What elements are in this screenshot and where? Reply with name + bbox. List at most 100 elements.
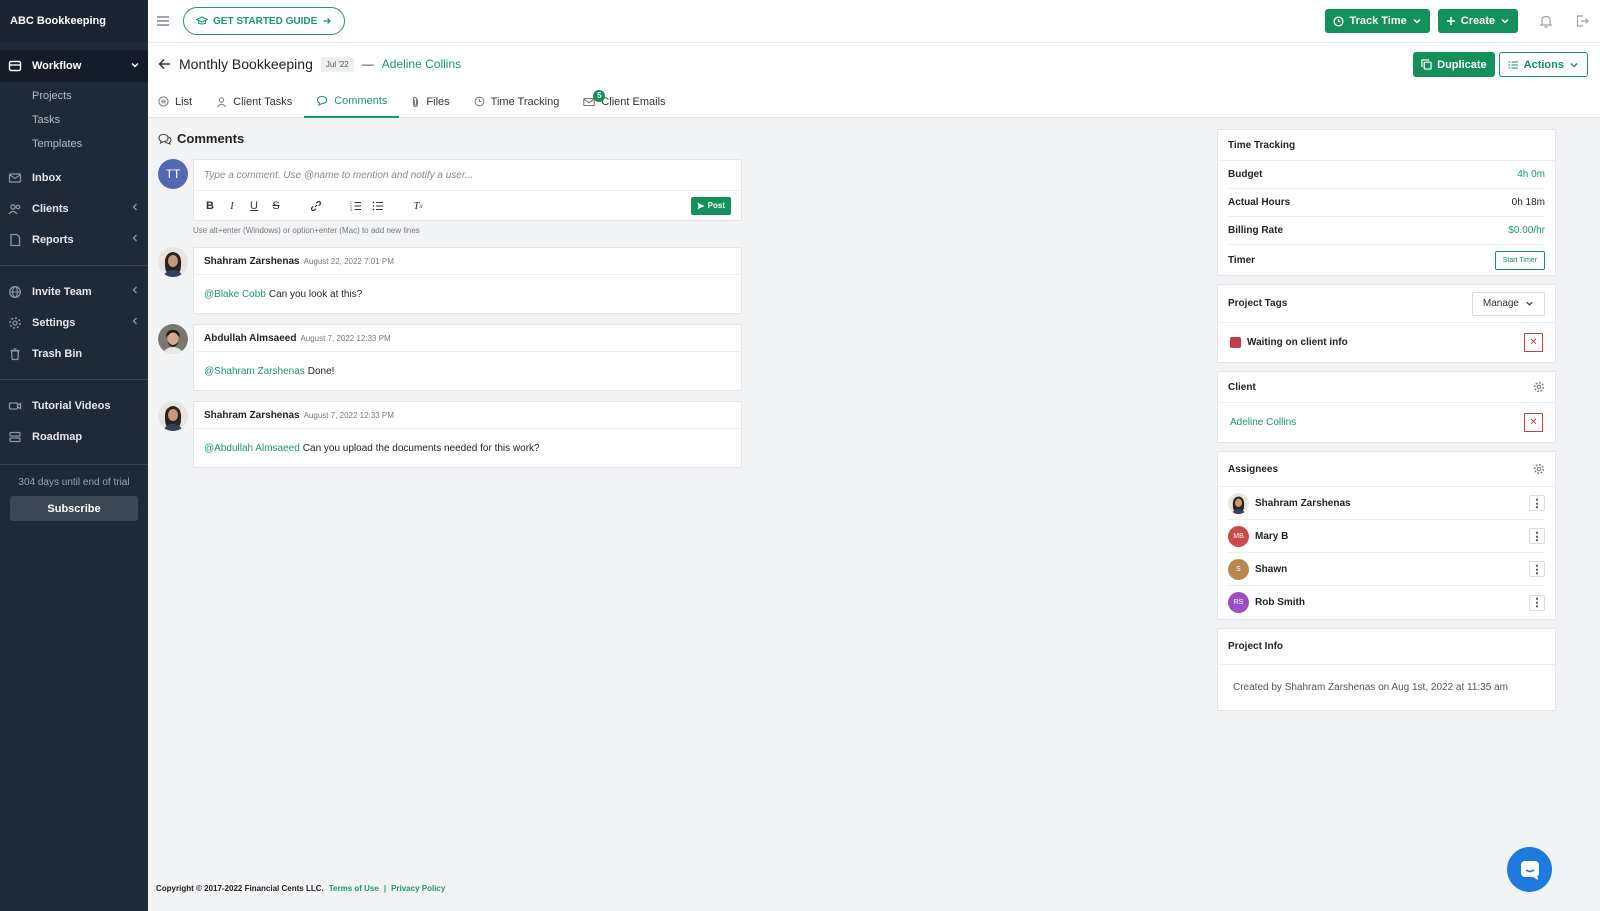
panel-header: Client xyxy=(1218,372,1555,403)
manage-label: Manage xyxy=(1482,298,1519,309)
menu-icon[interactable] xyxy=(156,15,170,27)
ordered-list-icon[interactable]: 123 xyxy=(350,200,362,212)
tab-client-tasks[interactable]: Client Tasks xyxy=(204,85,304,118)
sidebar-subitem-projects[interactable]: Projects xyxy=(0,84,148,108)
sidebar-item-trash-bin[interactable]: Trash Bin xyxy=(0,338,148,369)
tab-comments[interactable]: Comments xyxy=(304,85,400,118)
client-link[interactable]: Adeline Collins xyxy=(382,57,461,71)
sidebar-item-invite-team[interactable]: Invite Team xyxy=(0,276,148,307)
tag-color-swatch xyxy=(1230,337,1241,348)
more-vertical-icon[interactable]: ⋮ xyxy=(1529,594,1545,611)
top-right-actions: Track Time Create xyxy=(1325,9,1590,33)
tab-time-tracking[interactable]: Time Tracking xyxy=(462,85,572,118)
panel-header: Assignees xyxy=(1218,452,1555,487)
project-tags-panel: Project Tags Manage Waiting on client in… xyxy=(1217,284,1556,363)
post-button[interactable]: Post xyxy=(690,196,731,215)
link-icon[interactable] xyxy=(310,200,322,212)
billing-rate-value[interactable]: $0.00/hr xyxy=(1508,225,1545,236)
tab-label: Client Tasks xyxy=(233,95,293,108)
subscribe-button[interactable]: Subscribe xyxy=(10,496,138,521)
strikethrough-icon[interactable]: S xyxy=(270,200,282,212)
mention-link[interactable]: @Blake Cobb xyxy=(204,289,266,300)
tab-list[interactable]: List xyxy=(158,85,204,118)
italic-icon[interactable]: I xyxy=(226,200,238,212)
avatar xyxy=(1228,492,1249,514)
panel-title: Time Tracking xyxy=(1218,130,1555,161)
gear-icon[interactable] xyxy=(1533,381,1545,393)
assignee-row: Shahram Zarshenas ⋮ xyxy=(1228,487,1545,520)
comment-header: Shahram Zarshenas August 22, 2022 7:01 P… xyxy=(194,248,741,275)
tab-files[interactable]: Files xyxy=(399,85,461,118)
client-name-link[interactable]: Adeline Collins xyxy=(1230,417,1296,428)
more-vertical-icon[interactable]: ⋮ xyxy=(1529,495,1545,511)
tab-label: Time Tracking xyxy=(490,95,560,108)
sidebar-item-settings[interactable]: Settings xyxy=(0,307,148,338)
manage-tags-button[interactable]: Manage xyxy=(1471,291,1545,316)
sidebar-item-label: Inbox xyxy=(32,171,62,184)
assignee-name: Shahram Zarshenas xyxy=(1255,497,1351,509)
tab-client-emails[interactable]: 5 Client Emails xyxy=(571,85,677,118)
create-button[interactable]: Create xyxy=(1437,9,1518,33)
sidebar-subitem-templates[interactable]: Templates xyxy=(0,132,148,156)
trash-icon xyxy=(8,347,22,361)
start-timer-button[interactable]: Start Timer xyxy=(1494,250,1545,270)
header-actions: Duplicate Actions xyxy=(1413,52,1588,77)
actions-button[interactable]: Actions xyxy=(1498,52,1588,77)
remove-tag-button[interactable]: ✕ xyxy=(1524,333,1543,352)
workflow-icon xyxy=(8,59,22,73)
roadmap-icon xyxy=(8,430,22,444)
actions-label: Actions xyxy=(1523,58,1564,71)
project-info-panel: Project Info Created by Shahram Zarshena… xyxy=(1217,628,1556,711)
assignee-row: S Shawn ⋮ xyxy=(1228,553,1545,586)
sidebar-item-clients[interactable]: Clients xyxy=(0,193,148,224)
gear-icon[interactable] xyxy=(1533,463,1545,475)
comment-composer: TT Type a comment. Use @name to mention … xyxy=(158,159,742,221)
comment-date: August 7, 2022 12:33 PM xyxy=(303,410,394,420)
bell-icon[interactable] xyxy=(1538,13,1554,29)
user-icon xyxy=(216,96,227,108)
remove-client-button[interactable]: ✕ xyxy=(1524,413,1543,432)
comment-card: Shahram Zarshenas August 22, 2022 7:01 P… xyxy=(193,247,742,314)
mention-link[interactable]: @Abdullah Almsaeed xyxy=(204,443,300,454)
sidebar-item-inbox[interactable]: Inbox xyxy=(0,162,148,193)
sidebar-item-tutorial-videos[interactable]: Tutorial Videos xyxy=(0,390,148,421)
gear-icon xyxy=(8,316,22,330)
mention-link[interactable]: @Shahram Zarshenas xyxy=(204,366,305,377)
post-label: Post xyxy=(707,201,725,210)
terms-link[interactable]: Terms of Use xyxy=(329,884,379,893)
editor-hint: Use alt+enter (Windows) or option+enter … xyxy=(193,226,420,235)
tab-label: List xyxy=(175,95,193,108)
sidebar-item-label: Roadmap xyxy=(32,430,83,443)
sidebar-item-roadmap[interactable]: Roadmap xyxy=(0,421,148,452)
sidebar-subitem-tasks[interactable]: Tasks xyxy=(0,108,148,132)
comment-icon xyxy=(316,95,328,106)
sidebar-item-workflow[interactable]: Workflow xyxy=(0,50,148,82)
logout-icon[interactable] xyxy=(1574,13,1590,29)
chevron-left-icon xyxy=(130,285,140,298)
bullet-list-icon[interactable] xyxy=(372,200,384,212)
bold-icon[interactable]: B xyxy=(204,200,216,212)
more-vertical-icon[interactable]: ⋮ xyxy=(1529,528,1545,544)
arrow-left-icon[interactable] xyxy=(158,58,171,70)
comment-author: Shahram Zarshenas xyxy=(204,409,300,421)
brand-name[interactable]: ABC Bookkeeping xyxy=(0,0,148,42)
timer-row: Timer Start Timer xyxy=(1228,245,1545,275)
comment-item: Shahram Zarshenas August 7, 2022 12:33 P… xyxy=(158,401,742,468)
comment-author: Shahram Zarshenas xyxy=(204,255,300,267)
privacy-link[interactable]: Privacy Policy xyxy=(391,884,445,893)
sidebar-item-reports[interactable]: Reports xyxy=(0,224,148,255)
track-time-button[interactable]: Track Time xyxy=(1325,9,1430,33)
comment-input[interactable]: Type a comment. Use @name to mention and… xyxy=(194,160,741,191)
more-vertical-icon[interactable]: ⋮ xyxy=(1529,561,1545,577)
clear-format-icon[interactable]: Tx xyxy=(412,200,424,212)
panel-title: Project Tags xyxy=(1228,298,1288,309)
client-item: Adeline Collins ✕ xyxy=(1218,403,1555,442)
underline-icon[interactable]: U xyxy=(248,200,260,212)
avatar xyxy=(158,324,188,354)
budget-value[interactable]: 4h 0m xyxy=(1517,169,1545,180)
get-started-guide-button[interactable]: GET STARTED GUIDE xyxy=(183,7,346,35)
duplicate-button[interactable]: Duplicate xyxy=(1413,52,1495,77)
create-label: Create xyxy=(1460,15,1495,27)
chat-launcher-button[interactable] xyxy=(1507,847,1552,892)
created-by-text: Created by Shahram Zarshenas on Aug 1st,… xyxy=(1233,682,1508,693)
